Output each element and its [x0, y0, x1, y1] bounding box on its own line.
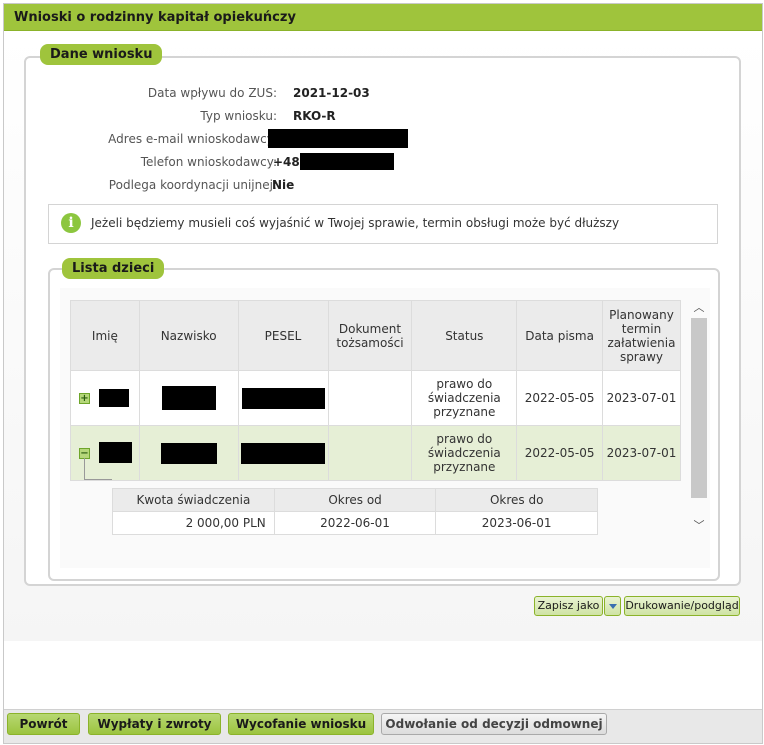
field-value: Nie — [272, 178, 295, 192]
benefit-details-table: Kwota świadczenia Okres od Okres do 2 00… — [112, 488, 598, 535]
field-application-type: Typ wniosku: RKO-R — [26, 109, 743, 127]
redacted-last-name — [161, 386, 216, 410]
column-header-first-name: Imię — [70, 300, 140, 371]
redacted-first-name — [99, 442, 132, 463]
field-value: 2021-12-03 — [293, 86, 370, 100]
last-name-cell — [138, 425, 239, 481]
expand-icon[interactable]: + — [79, 393, 90, 404]
field-value: RKO-R — [293, 109, 336, 123]
first-name-cell: − — [70, 425, 140, 481]
application-window: Wnioski o rodzinny kapitał opiekuńczy Da… — [3, 3, 763, 744]
column-header-period-to: Okres do — [435, 488, 598, 512]
withdraw-application-button[interactable]: Wycofanie wniosku — [228, 713, 374, 735]
column-header-pesel: PESEL — [237, 300, 329, 371]
table-row[interactable]: + prawo do świadczenia przyznane 2022-05… — [70, 370, 682, 426]
column-header-id-document: Dokument tożsamości — [327, 300, 413, 371]
letter-date-cell: 2022-05-05 — [516, 370, 603, 426]
redacted-pesel — [241, 387, 325, 409]
table-row: 2 000,00 PLN 2022-06-01 2023-06-01 — [112, 511, 598, 535]
column-header-status: Status — [411, 300, 518, 371]
application-panel: Dane wniosku Data wpływu do ZUS: 2021-12… — [24, 44, 743, 586]
column-header-planned-date: Planowany termin załatwienia sprawy — [601, 300, 682, 371]
scroll-down-icon[interactable]: ﹀ — [691, 518, 707, 534]
period-to-cell: 2023-06-01 — [435, 511, 598, 535]
last-name-cell — [138, 370, 239, 426]
planned-date-cell: 2023-07-01 — [601, 370, 682, 426]
redacted-email — [268, 129, 408, 148]
vertical-scrollbar[interactable]: ︿ ﹀ — [691, 300, 707, 546]
field-email: Adres e-mail wnioskodawcy: — [26, 129, 743, 150]
redacted-first-name — [99, 389, 129, 407]
period-from-cell: 2022-06-01 — [273, 511, 437, 535]
field-label: Typ wniosku: — [200, 109, 277, 123]
children-scroll-area[interactable]: Imię Nazwisko PESEL Dokument tożsamości … — [60, 288, 710, 568]
field-label: Podlega koordynacji unijnej: — [108, 178, 277, 192]
children-panel-title: Lista dzieci — [62, 258, 165, 279]
table-row[interactable]: − prawo do świadczenia przyznane 2022-05… — [70, 425, 682, 481]
redacted-pesel — [241, 442, 326, 464]
first-name-cell: + — [70, 370, 140, 426]
field-receipt-date: Data wpływu do ZUS: 2021-12-03 — [26, 86, 743, 104]
scrollbar-thumb[interactable] — [691, 318, 707, 498]
field-label: Data wpływu do ZUS: — [147, 86, 277, 100]
tree-connector — [84, 479, 112, 480]
pesel-cell — [237, 370, 329, 426]
field-label: Adres e-mail wnioskodawcy: — [108, 132, 277, 146]
field-phone: Telefon wnioskodawcy: +48 — [26, 153, 743, 173]
save-as-dropdown[interactable] — [604, 596, 621, 616]
save-as-button[interactable]: Zapisz jako — [534, 596, 603, 616]
status-cell: prawo do świadczenia przyznane — [411, 425, 518, 481]
pesel-cell — [237, 425, 329, 481]
redacted-phone — [300, 153, 394, 170]
status-cell: prawo do świadczenia przyznane — [411, 370, 518, 426]
planned-date-cell: 2023-07-01 — [601, 425, 682, 481]
chevron-down-icon — [609, 604, 617, 609]
column-header-letter-date: Data pisma — [516, 300, 603, 371]
window-title: Wnioski o rodzinny kapitał opiekuńczy — [4, 4, 762, 31]
benefit-amount-cell: 2 000,00 PLN — [112, 511, 275, 535]
children-panel: Lista dzieci Imię Nazwisko PESEL Dokumen… — [48, 258, 720, 581]
letter-date-cell: 2022-05-05 — [516, 425, 603, 481]
redacted-last-name — [160, 442, 217, 464]
print-preview-button[interactable]: Drukowanie/podgląd — [624, 596, 740, 616]
field-eu-coordination: Podlega koordynacji unijnej: Nie — [26, 178, 743, 196]
info-notice: i Jeżeli będziemy musieli coś wyjaśnić w… — [48, 204, 718, 244]
column-header-last-name: Nazwisko — [138, 300, 239, 371]
payments-refunds-button[interactable]: Wypłaty i zwroty — [88, 713, 221, 735]
info-icon: i — [61, 213, 81, 233]
id-document-cell — [327, 370, 413, 426]
back-button[interactable]: Powrót — [7, 713, 80, 735]
children-table: Imię Nazwisko PESEL Dokument tożsamości … — [70, 300, 682, 481]
appeal-button[interactable]: Odwołanie od decyzji odmownej — [381, 713, 607, 735]
scroll-up-icon[interactable]: ︿ — [691, 300, 707, 316]
tree-connector — [84, 458, 85, 479]
field-value: +48 — [273, 155, 300, 169]
info-text: Jeżeli będziemy musieli coś wyjaśnić w T… — [91, 216, 620, 230]
field-label: Telefon wnioskodawcy: — [140, 155, 277, 169]
id-document-cell — [327, 425, 413, 481]
application-panel-title: Dane wniosku — [40, 44, 163, 65]
column-header-period-from: Okres od — [273, 488, 437, 512]
column-header-benefit-amount: Kwota świadczenia — [112, 488, 275, 512]
footer-bar: Powrót Wypłaty i zwroty Wycofanie wniosk… — [4, 709, 762, 743]
